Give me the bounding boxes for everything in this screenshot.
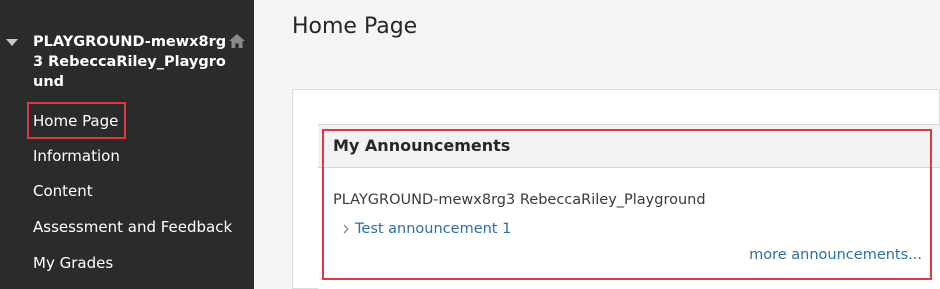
course-title[interactable]: PLAYGROUND-mewx8rg3 RebeccaRiley_Playgro… bbox=[33, 32, 229, 92]
home-icon[interactable] bbox=[229, 33, 245, 48]
sidebar-item-my-grades[interactable]: My Grades bbox=[33, 253, 113, 273]
sidebar-item-assessment-and-feedback[interactable]: Assessment and Feedback bbox=[33, 217, 232, 237]
announcements-highlight-box bbox=[322, 129, 932, 280]
app-window: PLAYGROUND-mewx8rg3 RebeccaRiley_Playgro… bbox=[0, 0, 940, 289]
collapse-triangle-icon[interactable] bbox=[6, 39, 18, 46]
sidebar-item-information[interactable]: Information bbox=[33, 146, 120, 166]
course-header: PLAYGROUND-mewx8rg3 RebeccaRiley_Playgro… bbox=[0, 30, 254, 96]
sidebar-item-home-page[interactable]: Home Page bbox=[33, 111, 118, 131]
course-sidebar: PLAYGROUND-mewx8rg3 RebeccaRiley_Playgro… bbox=[0, 0, 254, 289]
sidebar-item-content[interactable]: Content bbox=[33, 181, 93, 201]
page-title: Home Page bbox=[292, 14, 418, 39]
